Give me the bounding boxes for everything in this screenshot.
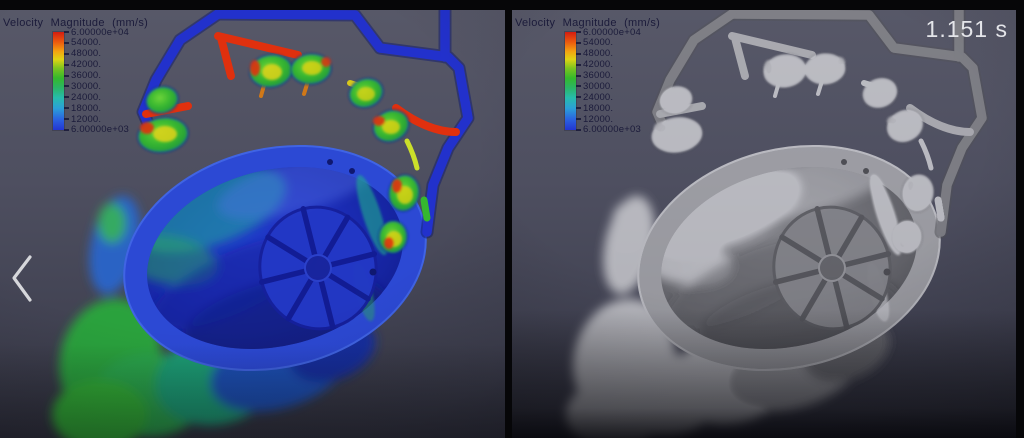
viewport-mold-ghost[interactable]: Velocity Magnitude (mm/s) 6.00000e+04 540… (512, 10, 1016, 438)
simulation-timestamp: 1.151 s (925, 16, 1008, 42)
simulation-model-ghost (514, 10, 1016, 438)
previous-button[interactable] (8, 253, 38, 305)
simulation-comparison-view: Velocity Magnitude (mm/s) 6.00000e+04 540… (0, 0, 1024, 438)
right-letterbox-bar (1016, 0, 1024, 438)
viewport-filled-simulation[interactable]: Velocity Magnitude (mm/s) 6.00000e+04 540… (0, 10, 505, 438)
simulation-model-colored (0, 10, 505, 438)
chevron-left-icon (12, 255, 32, 302)
panel-divider (505, 0, 512, 438)
top-letterbox-bar (0, 0, 1024, 10)
